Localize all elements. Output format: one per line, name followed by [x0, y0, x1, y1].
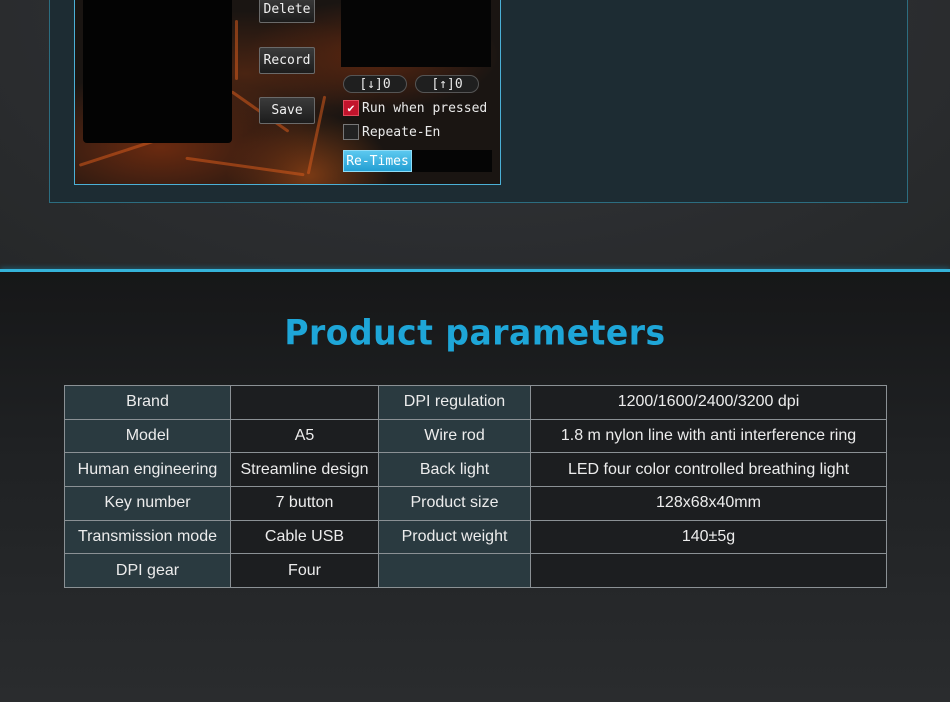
param-value: Streamline design: [230, 452, 379, 488]
table-row: Brand DPI regulation 1200/1600/2400/3200…: [64, 385, 887, 420]
macro-editor-panel: Delete Record Save [↓]0 [↑]0 ✔ Run when …: [49, 0, 908, 203]
param-label: [378, 553, 531, 589]
product-parameters-table: Brand DPI regulation 1200/1600/2400/3200…: [64, 385, 887, 589]
save-button[interactable]: Save: [259, 97, 315, 124]
run-when-pressed-label: Run when pressed: [362, 100, 488, 116]
page-title: Product parameters: [284, 312, 666, 353]
param-value: Four: [230, 553, 379, 589]
retimes-button[interactable]: Re-Times: [343, 150, 412, 172]
param-label: DPI gear: [64, 553, 231, 589]
run-when-pressed-option[interactable]: ✔ Run when pressed: [343, 99, 487, 117]
lava-texture: [235, 20, 238, 80]
repeat-enable-option[interactable]: Repeate-En: [343, 123, 440, 141]
check-icon[interactable]: ✔: [343, 100, 359, 116]
record-button[interactable]: Record: [259, 47, 315, 74]
retimes-input[interactable]: [412, 150, 492, 172]
macro-editor-section: Delete Record Save [↓]0 [↑]0 ✔ Run when …: [0, 0, 950, 270]
repeat-enable-label: Repeate-En: [362, 124, 441, 140]
param-value: [530, 553, 887, 589]
param-label: Product size: [378, 486, 531, 521]
param-value: 128x68x40mm: [530, 486, 887, 521]
param-label: Wire rod: [378, 418, 531, 454]
table-row: Transmission mode Cable USB Product weig…: [64, 519, 887, 555]
param-value: 1200/1600/2400/3200 dpi: [530, 385, 887, 420]
param-label: Human engineering: [64, 452, 231, 488]
table-row: Key number 7 button Product size 128x68x…: [64, 486, 887, 521]
param-value: [230, 385, 379, 420]
key-down-counter: [↓]0: [343, 75, 407, 93]
param-value: LED four color controlled breathing ligh…: [530, 452, 887, 488]
macro-editor-window: Delete Record Save [↓]0 [↑]0 ✔ Run when …: [74, 0, 501, 185]
macro-list[interactable]: [83, 0, 232, 143]
param-label: Back light: [378, 452, 531, 488]
table-row: DPI gear Four: [64, 553, 887, 589]
lava-texture: [185, 156, 305, 177]
table-row: Human engineering Streamline design Back…: [64, 452, 887, 488]
param-value: A5: [230, 418, 379, 454]
param-value: Cable USB: [230, 519, 379, 555]
param-value: 1.8 m nylon line with anti interference …: [530, 418, 887, 454]
param-value: 7 button: [230, 486, 379, 521]
param-label: Transmission mode: [64, 519, 231, 555]
checkbox-icon[interactable]: [343, 124, 359, 140]
param-label: Key number: [64, 486, 231, 521]
param-label: Product weight: [378, 519, 531, 555]
delete-button[interactable]: Delete: [259, 0, 315, 23]
param-label: Model: [64, 418, 231, 454]
param-label: DPI regulation: [378, 385, 531, 420]
macro-steps-list[interactable]: [341, 0, 491, 67]
table-row: Model A5 Wire rod 1.8 m nylon line with …: [64, 418, 887, 454]
param-value: 140±5g: [530, 519, 887, 555]
param-label: Brand: [64, 385, 231, 420]
key-up-counter: [↑]0: [415, 75, 479, 93]
